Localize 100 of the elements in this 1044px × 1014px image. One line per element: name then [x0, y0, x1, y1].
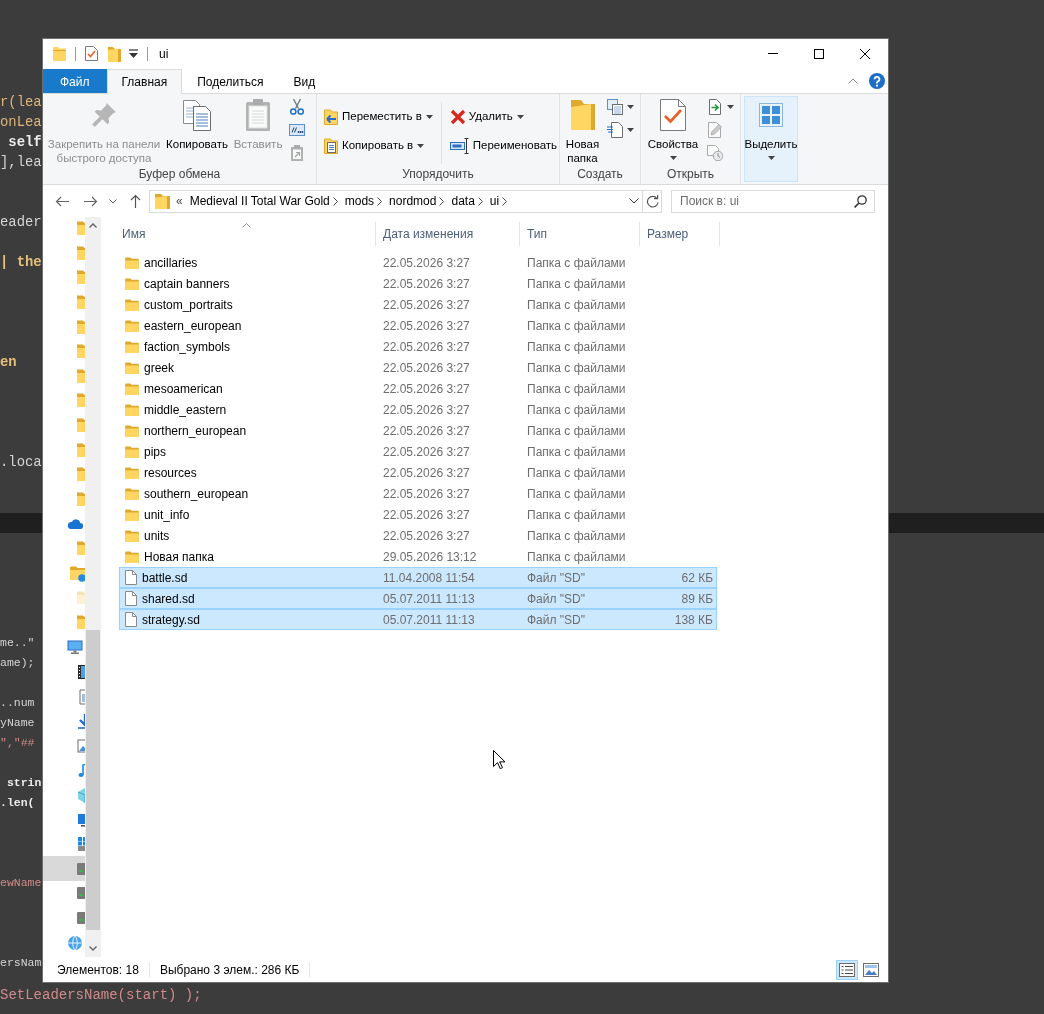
file-name: resources	[144, 464, 197, 482]
details-view-button[interactable]	[836, 959, 858, 980]
column-header[interactable]: Тип	[520, 222, 640, 246]
globe-icon	[67, 934, 83, 951]
dropdown-icon[interactable]	[129, 49, 138, 58]
code-text: ..num	[0, 696, 35, 709]
code-text: SetLeadersName(start) );	[0, 987, 202, 1003]
easy-access-button[interactable]	[604, 119, 637, 141]
overflow-button[interactable]: «	[170, 190, 187, 212]
move-to-button[interactable]: Переместить в	[320, 106, 436, 128]
file-row[interactable]: middle_eastern 22.05.2026 3:27 Папка с файлами	[119, 399, 717, 420]
file-row[interactable]: custom_portraits 22.05.2026 3:27 Папка с файлами	[119, 294, 717, 315]
vertical-scrollbar[interactable]	[85, 217, 101, 957]
file-row[interactable]: shared.sd 05.07.2011 11:13 Файл "SD" 89 КБ	[119, 588, 717, 609]
breadcrumb[interactable]: Medieval II Total War Gold	[186, 190, 333, 212]
modified-date: 22.05.2026 3:27	[383, 381, 470, 396]
file-name: units	[144, 527, 170, 545]
select-button[interactable]: Выделить	[744, 96, 798, 182]
breadcrumb[interactable]: mods	[341, 190, 378, 212]
folder-icon[interactable]	[53, 46, 66, 61]
refresh-button[interactable]	[642, 190, 661, 212]
file-row[interactable]: captain banners 22.05.2026 3:27 Папка с файлами	[119, 273, 717, 294]
file-row[interactable]: greek 22.05.2026 3:27 Папка с файлами	[119, 357, 717, 378]
group-label: Открыть	[665, 167, 716, 183]
ribbon-tab[interactable]: Файл	[43, 69, 107, 94]
code-text: yName	[0, 716, 35, 729]
modified-date: 22.05.2026 3:27	[383, 339, 470, 354]
file-type: Папка с файлами	[527, 486, 626, 501]
item-count: Элементов: 18	[57, 961, 139, 979]
chevron-right-icon[interactable]	[377, 196, 383, 206]
ribbon-tab[interactable]: Вид	[278, 69, 331, 93]
new-folder-button[interactable]: Новая папка	[563, 96, 602, 170]
drive-icon	[77, 860, 85, 877]
properties-icon[interactable]	[85, 46, 98, 61]
chevron-right-icon[interactable]	[502, 196, 508, 206]
code-text: self	[7, 134, 42, 150]
properties-button[interactable]: Свойства	[644, 96, 702, 170]
monitor-icon	[67, 639, 83, 656]
file-row[interactable]: southern_european 22.05.2026 3:27 Папка с файлами	[119, 483, 717, 504]
chevron-down-icon	[89, 946, 97, 951]
search-field[interactable]: Поиск в: ui	[671, 189, 875, 213]
back-arrow-icon	[55, 195, 69, 207]
file-name: middle_eastern	[144, 401, 227, 419]
copy-path-icon	[289, 124, 305, 136]
breadcrumb[interactable]: nordmod	[386, 190, 440, 212]
column-header[interactable]: Имя	[119, 222, 376, 246]
scrollbar-thumb[interactable]	[86, 630, 100, 930]
modified-date: 11.04.2008 11:54	[383, 570, 475, 585]
code-text: | the	[0, 254, 42, 270]
code-text: ],lea	[0, 154, 42, 170]
file-name: shared.sd	[142, 590, 195, 608]
file-row[interactable]: ancillaries 22.05.2026 3:27 Папка с файлами	[119, 252, 717, 273]
column-header[interactable]: Дата изменения	[376, 222, 520, 246]
column-header[interactable]: Размер	[640, 222, 720, 246]
file-row[interactable]: units 22.05.2026 3:27 Папка с файлами	[119, 525, 717, 546]
new-item-button[interactable]	[604, 96, 637, 118]
maximize-icon	[814, 48, 824, 59]
chevron-right-icon[interactable]	[439, 196, 445, 206]
file-row[interactable]: mesoamerican 22.05.2026 3:27 Папка с файлами	[119, 378, 717, 399]
file-row[interactable]: unit_info 22.05.2026 3:27 Папка с файлами	[119, 504, 717, 525]
copy-to-button[interactable]: Копировать в	[320, 135, 436, 157]
file-row[interactable]: northern_european 22.05.2026 3:27 Папка с файлами	[119, 420, 717, 441]
file-row[interactable]: pips 22.05.2026 3:27 Папка с файлами	[119, 441, 717, 462]
chevron-up-icon[interactable]	[848, 78, 858, 84]
modified-date: 22.05.2026 3:27	[383, 465, 470, 480]
file-row[interactable]: eastern_european 22.05.2026 3:27 Папка с файлами	[119, 315, 717, 336]
modified-date: 22.05.2026 3:27	[383, 486, 470, 501]
file-row[interactable]: strategy.sd 05.07.2011 11:13 Файл "SD" 138 КБ	[119, 609, 717, 630]
file-name: greek	[144, 359, 175, 377]
file-row[interactable]: faction_symbols 22.05.2026 3:27 Папка с файлами	[119, 336, 717, 357]
file-name: Новая папка	[144, 548, 214, 566]
ribbon-tab[interactable]: Поделиться	[182, 69, 279, 93]
file-icon	[125, 591, 137, 606]
ribbon-tab[interactable]: Главная	[106, 69, 183, 94]
delete-button[interactable]: Удалить	[446, 106, 561, 128]
file-name: eastern_european	[144, 317, 242, 335]
folder-icon	[125, 445, 139, 458]
file-type: Папка с файлами	[527, 339, 626, 354]
file-row[interactable]: resources 22.05.2026 3:27 Папка с файлами	[119, 462, 717, 483]
code-text: eader	[0, 214, 42, 230]
breadcrumb[interactable]: ui	[486, 190, 503, 212]
file-row[interactable]: battle.sd 11.04.2008 11:54 Файл "SD" 62 КБ	[119, 567, 717, 588]
delete-icon	[449, 109, 466, 125]
chevron-right-icon[interactable]	[477, 196, 483, 206]
file-size: 89 КБ	[681, 591, 713, 606]
close-icon	[860, 48, 870, 59]
file-type: Папка с файлами	[527, 423, 626, 438]
folder-icon	[125, 361, 139, 374]
breadcrumb[interactable]: data	[448, 190, 478, 212]
address-bar[interactable]: « Medieval II Total War Gold mods nordmod data ui	[149, 189, 662, 213]
pin-icon	[91, 102, 117, 128]
file-row[interactable]: Новая папка 29.05.2026 13:12 Папка с файлами	[119, 546, 717, 567]
file-size: 62 КБ	[681, 570, 713, 585]
rename-button[interactable]: Переименовать	[446, 135, 561, 157]
modified-date: 05.07.2011 11:13	[383, 591, 475, 606]
minimize-icon	[768, 53, 778, 54]
help-icon[interactable]	[869, 73, 885, 89]
group-label: Упорядочить	[401, 167, 475, 183]
chevron-right-icon[interactable]	[332, 196, 338, 206]
folder-icon[interactable]	[108, 45, 121, 62]
